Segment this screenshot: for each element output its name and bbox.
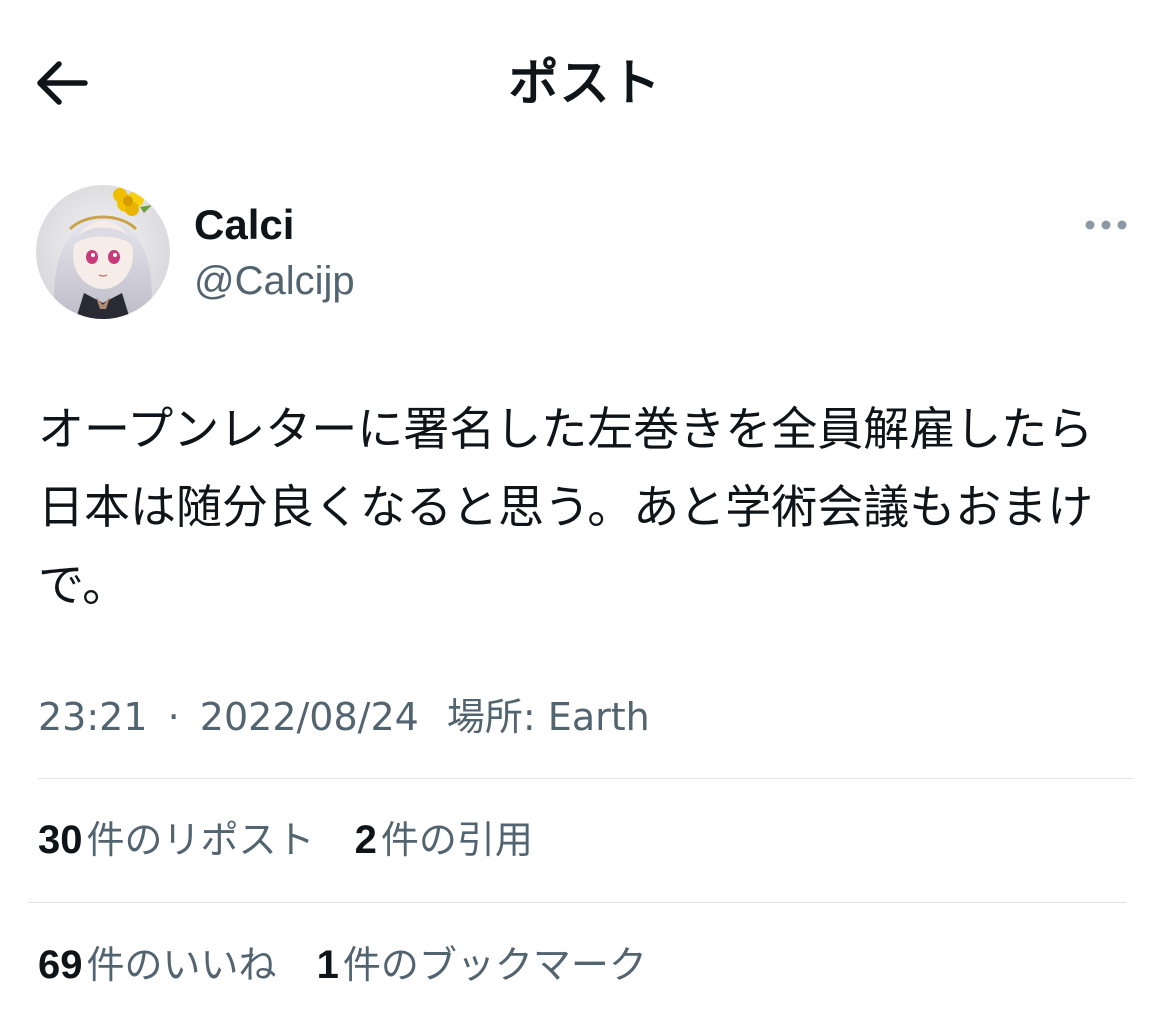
quotes-stat[interactable]: 2 件の引用	[355, 815, 533, 865]
more-horizontal-icon	[1085, 220, 1127, 230]
post-date[interactable]: 2022/08/24	[200, 695, 419, 739]
top-bar: ポスト	[0, 0, 1170, 170]
quotes-label: 件の引用	[380, 818, 533, 862]
bookmarks-stat[interactable]: 1 件のブックマーク	[317, 940, 647, 990]
reposts-label: 件のリポスト	[86, 818, 315, 862]
post-body-text: オープンレターに署名した左巻きを全員解雇したら日本は随分良くなると思う。あと学術…	[38, 402, 1094, 612]
quotes-count: 2	[354, 818, 377, 862]
meta-separator: ·	[167, 695, 180, 739]
avatar-image	[36, 185, 170, 319]
likes-count: 69	[38, 943, 83, 987]
likes-stat[interactable]: 69 件のいいね	[38, 940, 277, 990]
more-options-button[interactable]	[1076, 205, 1136, 245]
likes-label: 件のいいね	[86, 943, 277, 987]
avatar[interactable]	[36, 185, 170, 319]
bookmarks-count: 1	[316, 943, 339, 987]
author-handle[interactable]: @Calcijp	[194, 255, 355, 307]
stats-row-likes: 69 件のいいね 1 件のブックマーク	[38, 940, 675, 990]
post-time[interactable]: 23:21	[38, 695, 148, 739]
divider	[38, 778, 1134, 779]
reposts-count: 30	[38, 818, 83, 862]
post-author: Calci @Calcijp	[36, 185, 1136, 320]
page-title: ポスト	[508, 54, 662, 112]
post-meta: 23:21 · 2022/08/24 場所: Earth	[38, 692, 650, 742]
stats-row-reposts: 30 件のリポスト 2 件の引用	[38, 815, 561, 865]
author-display-name[interactable]: Calci	[194, 199, 294, 251]
reposts-stat[interactable]: 30 件のリポスト	[38, 815, 315, 865]
post-detail-page: ポスト Calci @Calcijp オープンレターに署名した左巻きを全員解雇し…	[0, 0, 1170, 1015]
divider	[28, 902, 1126, 903]
post-location[interactable]: 場所: Earth	[447, 695, 650, 739]
bookmarks-label: 件のブックマーク	[342, 943, 647, 987]
